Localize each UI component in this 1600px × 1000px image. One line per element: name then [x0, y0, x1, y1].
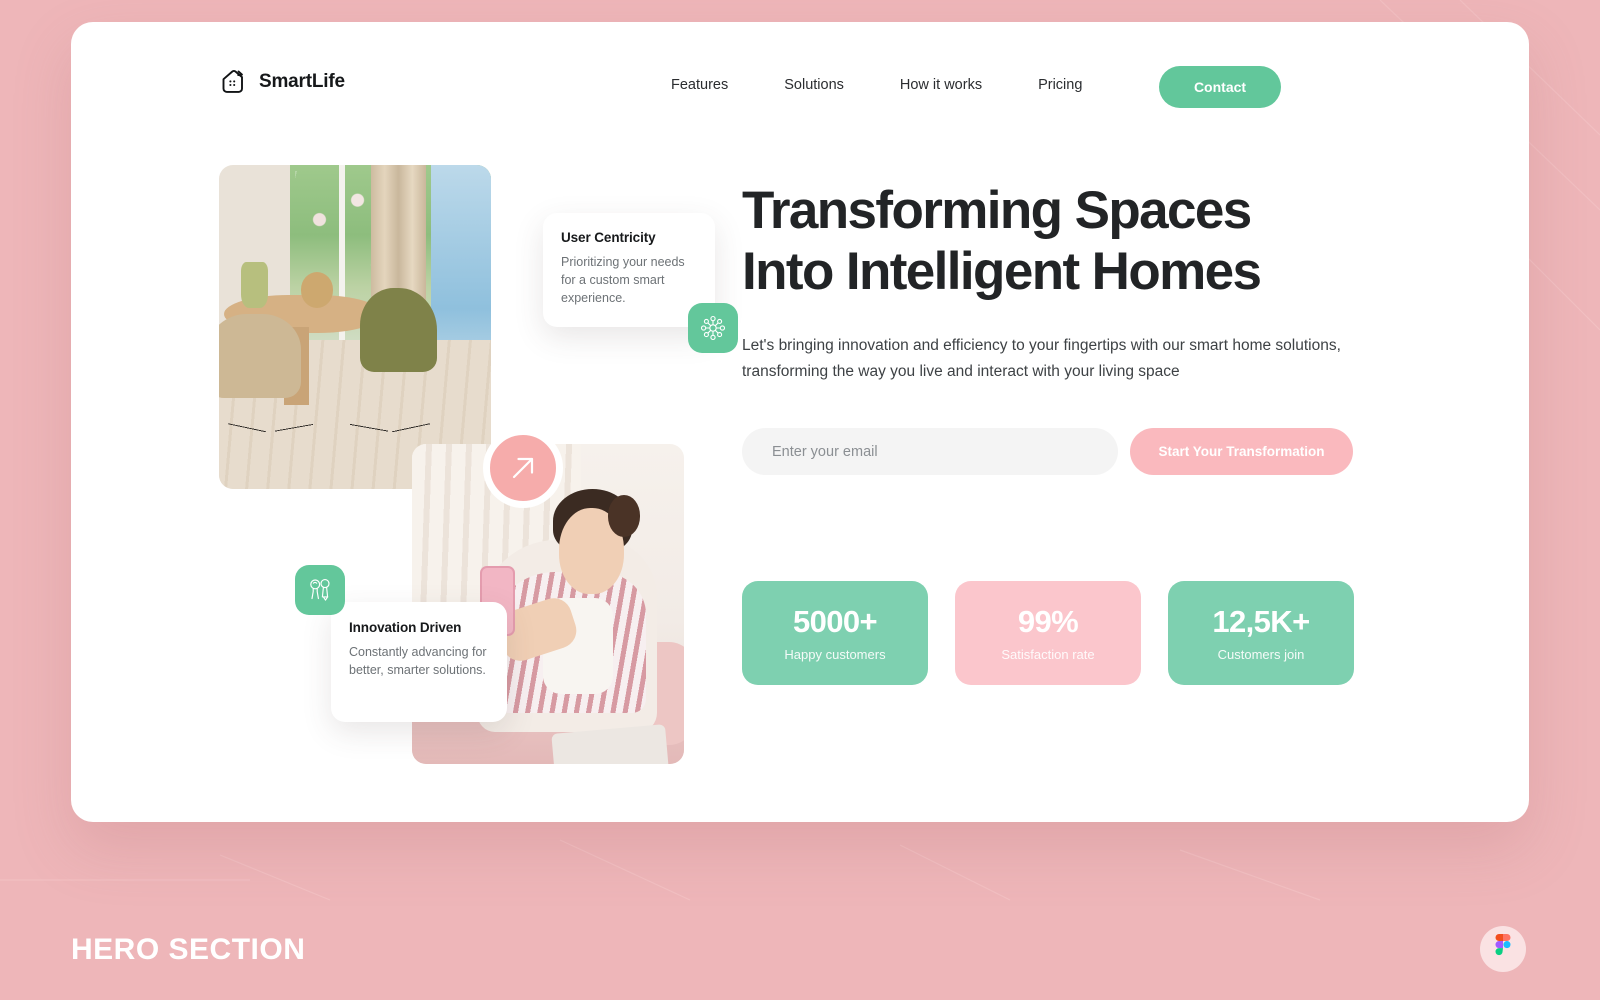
stat-value: 12,5K+ — [1212, 604, 1310, 640]
innovation-bulb-icon — [295, 565, 345, 615]
feature-card-body: Prioritizing your needs for a custom sma… — [561, 255, 685, 305]
stat-card-satisfaction-rate: 99% Satisfaction rate — [955, 581, 1141, 686]
stat-label: Satisfaction rate — [1001, 647, 1095, 663]
feature-card-title: User Centricity — [561, 230, 656, 245]
smart-home-icon — [219, 67, 249, 97]
interior-dining-photo — [219, 165, 491, 489]
page-card: SmartLife Features Solutions How it work… — [71, 22, 1529, 822]
nav-item-solutions[interactable]: Solutions — [784, 77, 844, 93]
site-header: SmartLife Features Solutions How it work… — [71, 22, 1529, 152]
arrow-up-right-icon[interactable] — [483, 428, 563, 508]
feature-card-innovation-driven: Innovation Driven Constantly advancing f… — [331, 602, 507, 722]
nav-item-how-it-works[interactable]: How it works — [900, 77, 982, 93]
network-nodes-icon — [688, 303, 738, 353]
section-label: HERO SECTION — [71, 933, 306, 966]
stat-label: Happy customers — [784, 647, 886, 663]
hero-image-collage: User Centricity Prioritizing your needs … — [219, 165, 738, 765]
brand-logo[interactable]: SmartLife — [219, 67, 345, 97]
stat-value: 99% — [1017, 604, 1079, 640]
stat-value: 5000+ — [792, 604, 878, 640]
main-navigation: Features Solutions How it works Pricing — [671, 77, 1082, 93]
stat-card-happy-customers: 5000+ Happy customers — [742, 581, 928, 686]
feature-card-title: Innovation Driven — [349, 620, 462, 635]
hero-content: Transforming Spaces Into Intelligent Hom… — [742, 180, 1358, 686]
contact-button[interactable]: Contact — [1159, 66, 1281, 108]
feature-card-body: Constantly advancing for better, smarter… — [349, 645, 487, 677]
email-input[interactable] — [742, 428, 1118, 476]
figma-icon[interactable] — [1480, 926, 1526, 972]
email-signup-form: Start Your Transformation — [742, 428, 1358, 476]
start-transformation-button[interactable]: Start Your Transformation — [1130, 428, 1353, 476]
stat-card-customers-join: 12,5K+ Customers join — [1168, 581, 1354, 686]
stat-label: Customers join — [1217, 647, 1305, 663]
nav-item-pricing[interactable]: Pricing — [1038, 77, 1082, 93]
stats-row: 5000+ Happy customers 99% Satisfaction r… — [742, 581, 1358, 686]
page-title: Transforming Spaces Into Intelligent Hom… — [742, 181, 1262, 302]
hero-subtitle: Let's bringing innovation and efficiency… — [742, 336, 1341, 380]
nav-item-features[interactable]: Features — [671, 77, 728, 93]
brand-name: SmartLife — [259, 71, 345, 92]
